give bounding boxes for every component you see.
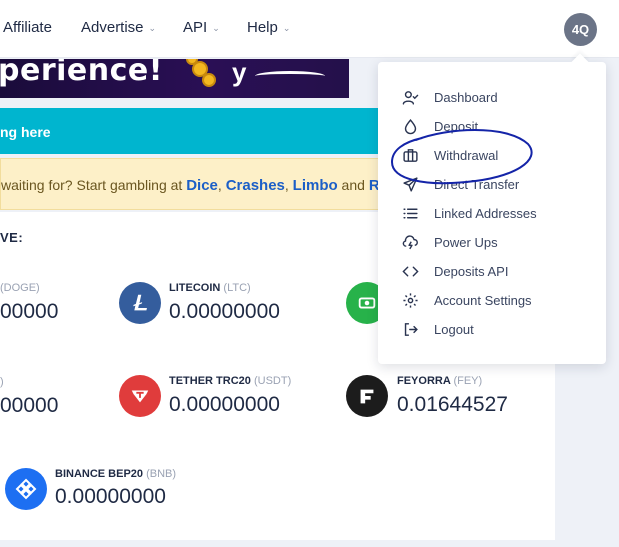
nav-advertise[interactable]: Advertise ⌄ <box>81 19 156 36</box>
litecoin-icon <box>119 282 161 324</box>
link-crashes[interactable]: Crashes <box>226 177 285 194</box>
gear-icon <box>403 292 418 308</box>
cloud-lightning-icon <box>402 234 418 249</box>
coin-name: LITECOIN (LTC) <box>169 282 251 294</box>
coin-ticker: (LTC) <box>223 282 251 294</box>
menu-item-account-settings[interactable]: Account Settings <box>402 289 592 311</box>
info-bar-text: ng <box>0 124 21 140</box>
coin-name: ) <box>0 376 4 388</box>
coin-name-text: TETHER TRC20 <box>169 375 251 387</box>
user-menu-dropdown: Dashboard Deposit Withdrawal Direct Tran… <box>378 62 606 364</box>
menu-item-deposits-api[interactable]: Deposits API <box>402 260 592 282</box>
menu-item-label: Dashboard <box>434 89 498 105</box>
banner-trail-text: y <box>232 59 247 87</box>
feyorra-icon <box>346 375 388 417</box>
promo-banner[interactable]: perience! y <box>0 59 349 98</box>
alert-separator: and <box>337 177 369 193</box>
tether-trc20-icon <box>119 375 161 417</box>
menu-item-dashboard[interactable]: Dashboard <box>402 86 592 108</box>
banner-text: perience! <box>0 59 163 88</box>
menu-item-logout[interactable]: Logout <box>402 318 592 340</box>
nav-affiliate[interactable]: Affiliate <box>3 19 52 36</box>
coin-amount: 00000 <box>0 394 59 417</box>
coin-amount: 0.01644527 <box>397 393 508 416</box>
menu-item-direct-transfer[interactable]: Direct Transfer <box>402 173 592 195</box>
alert-separator: , <box>284 177 293 193</box>
coin-ticker: (BNB) <box>146 468 177 480</box>
coin-amount: 0.00000000 <box>169 300 280 323</box>
alert-separator: , <box>217 177 226 193</box>
menu-item-label: Logout <box>434 321 474 337</box>
chevron-down-icon: ⌄ <box>282 23 291 33</box>
chevron-down-icon: ⌄ <box>148 23 157 33</box>
briefcase-icon <box>403 148 418 162</box>
coin-name: (DOGE) <box>0 282 40 294</box>
coin-name: FEYORRA (FEY) <box>397 375 482 387</box>
coin-name: TETHER TRC20 (USDT) <box>169 375 291 387</box>
logout-icon <box>404 322 418 336</box>
menu-item-label: Power Ups <box>434 234 498 250</box>
coin-graphic <box>202 73 216 87</box>
coin-name-text: BINANCE BEP20 <box>55 468 144 480</box>
coin-amount: 00000 <box>0 300 59 323</box>
nav-affiliate-label: Affiliate <box>3 19 52 36</box>
coin-ticker: (DOGE) <box>0 282 40 294</box>
droplet-icon <box>404 118 417 134</box>
coin-ticker: (USDT) <box>253 375 292 387</box>
menu-item-label: Deposit <box>434 118 479 134</box>
coin-name: BINANCE BEP20 (BNB) <box>55 468 176 480</box>
coin-ticker: (FEY) <box>453 375 483 387</box>
nav-help[interactable]: Help ⌄ <box>247 19 290 36</box>
send-icon <box>403 176 418 192</box>
nav-api-label: API <box>183 19 208 36</box>
nav-api[interactable]: API ⌄ <box>183 19 220 36</box>
top-navbar: Affiliate Advertise ⌄ API ⌄ Help ⌄ 4Q <box>0 0 619 58</box>
menu-item-label: Withdrawal <box>434 147 499 163</box>
coin-name-text: FEYORRA <box>397 375 451 387</box>
nav-help-label: Help <box>247 19 278 36</box>
menu-item-power-ups[interactable]: Power Ups <box>402 231 592 253</box>
menu-item-label: Linked Addresses <box>434 205 537 221</box>
nav-advertise-label: Advertise <box>81 19 144 36</box>
coin-ticker: ) <box>0 376 4 388</box>
coin-name-text: LITECOIN <box>169 282 221 294</box>
chevron-down-icon: ⌄ <box>212 23 220 33</box>
user-check-icon <box>402 90 419 105</box>
banner-swoosh <box>255 71 325 81</box>
alert-text: waiting for? Start gambling at <box>1 177 187 193</box>
balances-title: VE: <box>0 230 24 245</box>
coin-amount: 0.00000000 <box>169 393 280 416</box>
info-bar-link[interactable]: here <box>21 124 51 140</box>
list-icon <box>403 208 418 218</box>
menu-item-label: Direct Transfer <box>434 176 520 192</box>
code-icon <box>402 266 419 276</box>
user-avatar[interactable]: 4Q <box>564 13 597 46</box>
menu-item-deposit[interactable]: Deposit <box>402 115 592 137</box>
menu-item-label: Deposits API <box>434 263 509 279</box>
binance-icon <box>5 468 47 510</box>
link-dice[interactable]: Dice <box>186 177 218 194</box>
menu-item-withdrawal[interactable]: Withdrawal <box>402 144 592 166</box>
menu-item-linked-addresses[interactable]: Linked Addresses <box>402 202 592 224</box>
menu-item-label: Account Settings <box>434 292 532 308</box>
coin-amount: 0.00000000 <box>55 485 166 508</box>
link-limbo[interactable]: Limbo <box>293 177 338 194</box>
